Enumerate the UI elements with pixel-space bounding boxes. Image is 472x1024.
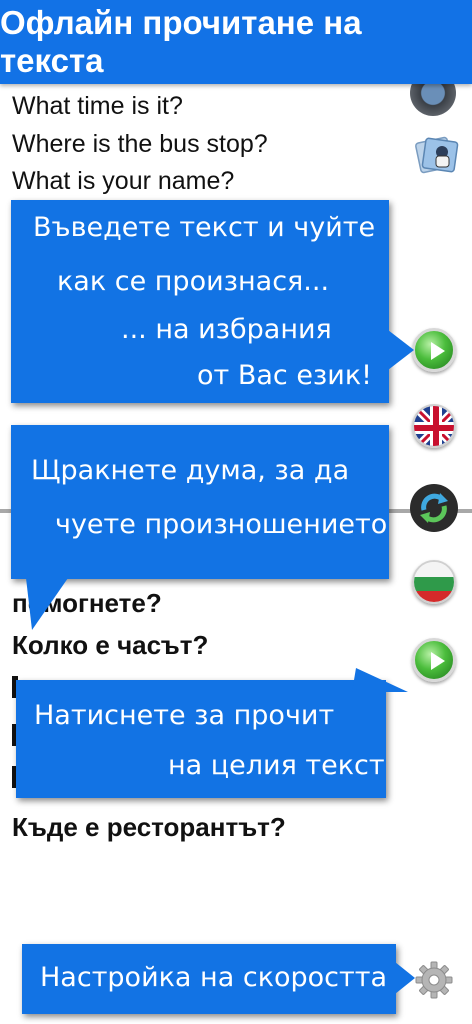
callout-pointer: [26, 578, 68, 630]
callout-line: как се произнася...: [57, 266, 330, 297]
click-word-callout: Щракнете дума, за да чуете произношениет…: [11, 425, 389, 579]
callout-line: Натиснете за прочит: [34, 700, 335, 731]
source-text-line[interactable]: Where is the bus stop?: [12, 130, 268, 159]
callout-line: ... на избрания: [121, 314, 332, 345]
source-text-line[interactable]: What is your name?: [12, 167, 234, 196]
callout-line: на целия текст: [168, 750, 385, 781]
bulgaria-flag-icon[interactable]: [412, 560, 456, 604]
callout-line: чуете произношението: [55, 509, 388, 540]
callout-pointer: [395, 962, 415, 994]
target-text-line[interactable]: Колко е часът?: [12, 630, 208, 661]
gear-icon[interactable]: [414, 960, 454, 1000]
speed-settings-callout: Настройка на скоростта: [22, 944, 396, 1014]
callout-line: от Вас език!: [197, 360, 372, 391]
callout-line: Въведете текст и чуйте: [33, 212, 376, 243]
callout-line: Настройка на скоростта: [40, 962, 388, 993]
play-icon[interactable]: [412, 328, 456, 372]
uk-flag-icon[interactable]: [412, 404, 456, 448]
swap-languages-icon[interactable]: [410, 484, 458, 532]
photo-gallery-icon[interactable]: [414, 132, 460, 178]
source-text-line[interactable]: What time is it?: [12, 92, 183, 121]
callout-pointer: [352, 668, 408, 692]
callout-pointer: [388, 330, 414, 370]
target-text-line[interactable]: Къде е ресторантът?: [12, 812, 286, 843]
callout-line: Щракнете дума, за да: [31, 455, 350, 486]
enter-text-callout: Въведете текст и чуйте как се произнася.…: [11, 200, 389, 403]
play-icon[interactable]: [412, 638, 456, 682]
read-all-callout: Натиснете за прочит на целия текст: [16, 680, 386, 798]
page-title: Офлайн прочитане на текста: [0, 0, 472, 84]
